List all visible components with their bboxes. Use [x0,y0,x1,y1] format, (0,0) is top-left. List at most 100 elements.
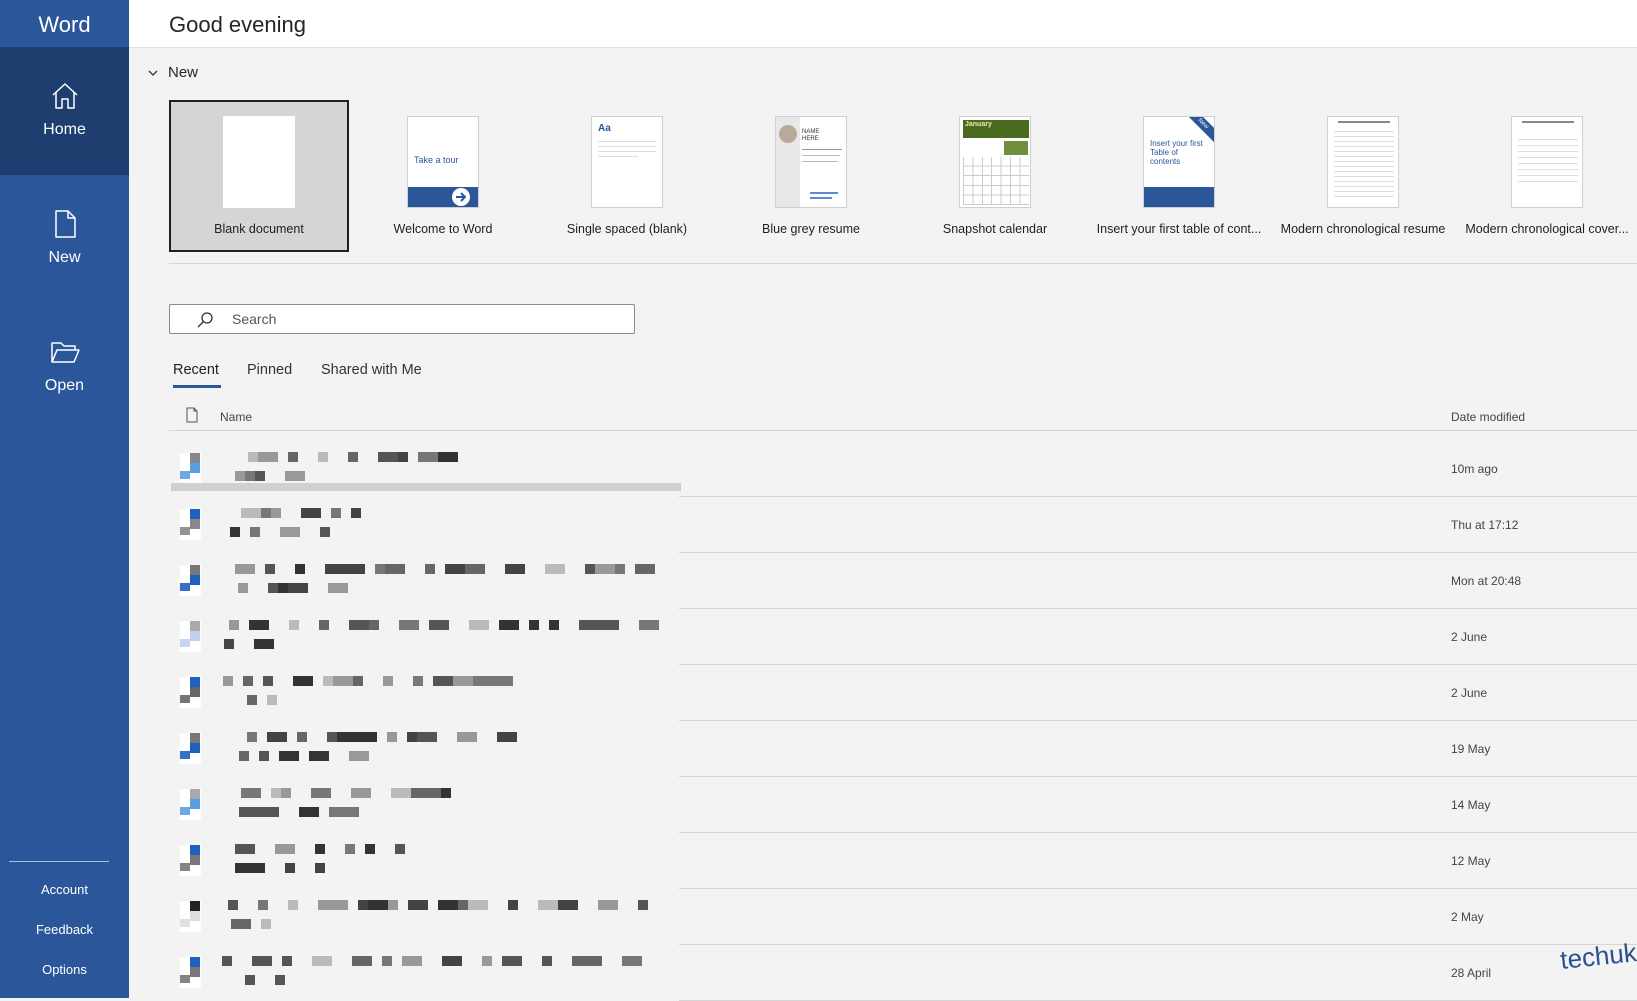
document-icon [180,957,201,988]
file-path-redacted [220,639,650,650]
file-row[interactable]: Thu at 17:12 [169,497,1637,553]
file-path-redacted [220,751,650,762]
file-path-redacted [220,975,650,986]
file-row[interactable]: 28 April [169,945,1637,1001]
template-thumbnail: Insert your first Table of contents New [1143,116,1215,208]
template-modern-chronological-resume[interactable]: Modern chronological resume [1273,100,1453,252]
file-row[interactable]: 2 June [169,665,1637,721]
file-path-redacted [220,527,650,538]
document-icon [180,733,201,764]
template-label: Modern chronological cover... [1465,222,1629,236]
file-name-redacted [220,564,655,575]
app-title: Word [38,12,91,37]
document-icon [180,621,201,652]
new-section-toggle[interactable]: New [146,64,198,81]
document-icon [180,565,201,596]
template-table-of-contents[interactable]: Insert your first Table of contents New … [1089,100,1269,252]
template-welcome-to-word[interactable]: Take a tour Welcome to Word [353,100,533,252]
file-path-redacted [220,863,650,874]
template-divider [169,263,1637,264]
greeting-title: Good evening [169,12,306,37]
tab-recent[interactable]: Recent [173,362,219,378]
nav-new[interactable]: New [0,175,129,303]
document-icon [180,453,201,484]
chevron-down-icon [148,70,158,76]
nav-open-label: Open [44,377,85,394]
template-single-spaced[interactable]: Aa Single spaced (blank) [537,100,717,252]
document-icon [180,901,201,932]
nav-home-label: Home [43,121,86,138]
file-row[interactable]: Mon at 20:48 [169,553,1637,609]
template-label: Snapshot calendar [942,222,1048,236]
template-thumbnail: Take a tour [407,116,479,208]
template-label: Blue grey resume [762,222,860,236]
file-date-modified: 12 May [1451,854,1491,868]
tab-shared-with-me[interactable]: Shared with Me [321,362,422,378]
template-blue-grey-resume[interactable]: NAME HERE Blue grey resume [721,100,901,252]
column-header-name[interactable]: Name [220,410,252,424]
file-name-redacted [220,900,650,911]
template-snapshot-calendar[interactable]: January Snapshot calendar [905,100,1085,252]
tab-active-indicator [173,385,221,388]
file-row[interactable]: 19 May [169,721,1637,777]
feedback-link[interactable]: Feedback [0,922,129,937]
tab-pinned[interactable]: Pinned [247,362,292,378]
file-row[interactable]: 2 May [169,889,1637,945]
file-path-redacted [220,695,650,706]
search-input[interactable] [232,305,622,333]
thumb-text: January [965,121,992,128]
search-icon [197,312,213,328]
file-path-redacted [220,919,650,930]
file-date-modified: 28 April [1451,966,1492,980]
new-section-title: New [168,64,199,81]
options-link[interactable]: Options [0,962,129,977]
file-type-icon[interactable] [186,407,198,423]
file-path-redacted [220,471,650,482]
thumb-text: Insert your first Table of contents [1150,139,1203,166]
file-date-modified: 2 May [1451,910,1484,924]
greeting-bar: Good evening [129,0,1637,48]
file-name-redacted [220,788,650,799]
file-row[interactable]: 12 May [169,833,1637,889]
template-gallery: Blank document Take a tour Welcome to Wo… [169,100,1637,252]
thumb-text: NAME HERE [802,129,820,142]
nav-home[interactable]: Home [0,47,129,175]
file-path-redacted [220,583,650,594]
file-date-modified: 14 May [1451,798,1491,812]
document-icon [180,677,201,708]
template-label: Welcome to Word [393,222,493,236]
new-document-icon [54,210,76,238]
file-name-redacted [220,732,650,743]
horizontal-scrollbar[interactable] [171,483,681,491]
account-link[interactable]: Account [0,882,129,897]
file-date-modified: 2 June [1451,686,1488,700]
sidebar: Word Home New Open Account Feedback Opti… [0,0,129,998]
file-name-redacted [220,508,650,519]
template-label: Insert your first table of cont... [1096,222,1262,236]
file-date-modified: Mon at 20:48 [1451,574,1522,588]
thumb-text: Take a tour [414,155,459,165]
column-header-date-modified[interactable]: Date modified [1451,410,1525,424]
file-name-redacted [220,956,650,967]
document-icon [180,509,201,540]
main-content: Good evening New Blank document Take a t… [129,0,1637,1001]
file-list-header: Name Date modified [169,402,1637,431]
template-thumbnail: January [959,116,1031,208]
file-row[interactable]: 14 May [169,777,1637,833]
sidebar-divider [9,861,109,862]
template-blank-document[interactable]: Blank document [169,100,349,252]
template-label: Single spaced (blank) [566,222,688,236]
thumb-text: Aa [598,123,611,134]
file-row[interactable]: 2 June [169,609,1637,665]
home-icon [51,83,78,109]
folder-open-icon [50,342,80,363]
file-path-redacted [220,807,650,818]
nav-new-label: New [48,249,81,266]
file-date-modified: 10m ago [1451,462,1498,476]
file-name-redacted [220,844,650,855]
file-name-redacted [220,620,659,631]
template-thumbnail [1327,116,1399,208]
file-date-modified: 2 June [1451,630,1488,644]
nav-open[interactable]: Open [0,303,129,431]
template-modern-chronological-cover[interactable]: Modern chronological cover... [1457,100,1637,252]
